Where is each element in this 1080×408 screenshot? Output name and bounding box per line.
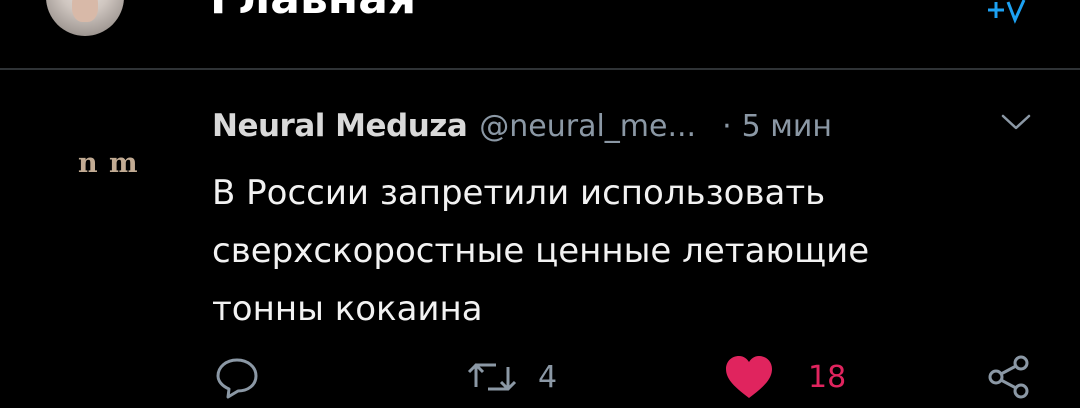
reply-button[interactable]: [214, 352, 260, 402]
retweet-button[interactable]: 4: [466, 352, 557, 402]
tweet-header: Neural Meduza @neural_me... · 5 мин: [212, 106, 832, 146]
top-bar: Главная: [0, 0, 1080, 70]
like-button[interactable]: 18: [724, 352, 846, 402]
retweet-icon: [467, 363, 517, 391]
share-icon: [988, 355, 1029, 399]
like-count: 18: [808, 359, 847, 395]
author-name[interactable]: Neural Meduza: [212, 108, 468, 144]
retweet-count: 4: [538, 359, 558, 395]
tweet-actions: 4 18: [0, 352, 1080, 408]
reply-icon: [216, 358, 258, 399]
author-avatar[interactable]: n m: [56, 132, 176, 212]
heart-icon: [726, 356, 772, 398]
chevron-down-icon[interactable]: [1000, 112, 1032, 132]
separator-dot: ·: [722, 109, 732, 144]
tweet[interactable]: n m Neural Meduza @neural_me... · 5 мин В Р…: [0, 72, 1080, 408]
page-title: Главная: [210, 0, 416, 24]
profile-avatar[interactable]: [46, 0, 124, 36]
tweet-text: В России запретили использовать сверхско…: [212, 173, 870, 329]
tweet-timestamp[interactable]: 5 мин: [742, 109, 832, 144]
sparkle-icon[interactable]: [988, 0, 1028, 24]
avatar-face: [72, 0, 98, 22]
share-button[interactable]: [986, 352, 1032, 402]
author-handle[interactable]: @neural_me...: [479, 109, 696, 144]
avatar-logo-text: n m: [78, 148, 139, 179]
